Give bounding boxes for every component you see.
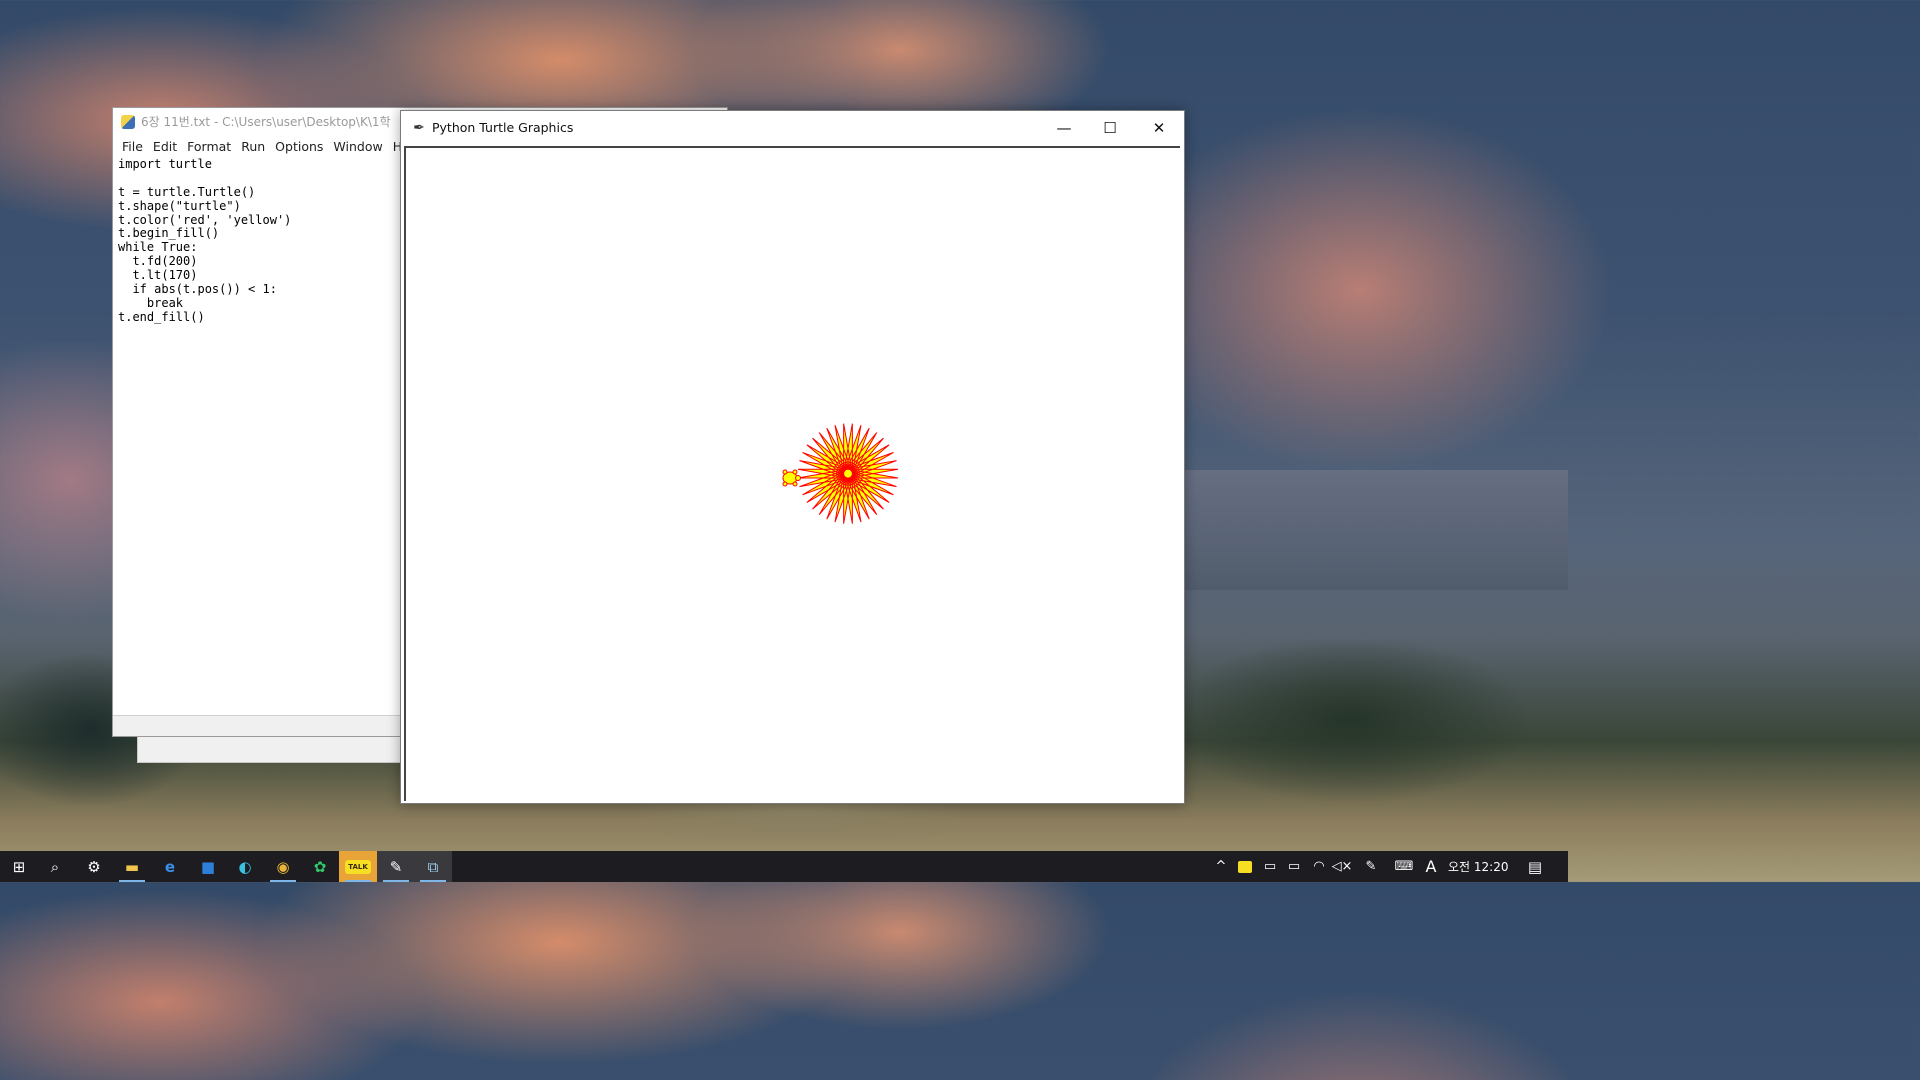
code-line: import turtle [118,157,212,171]
pen-icon[interactable]: ✎ [1362,851,1380,882]
feather-icon: ✒ [413,119,425,136]
turtle-window-title: Python Turtle Graphics [432,120,574,135]
code-editor[interactable]: import turtle t = turtle.Turtle() t.shap… [118,157,292,325]
turtle-cursor-icon [782,469,801,487]
code-line: if abs(t.pos()) < 1: [118,282,277,297]
code-line: t = turtle.Turtle() [118,184,256,199]
close-icon: ✕ [1152,118,1166,137]
menu-file[interactable]: File [117,139,148,154]
code-line: while True: [118,240,198,255]
turtle-canvas-area[interactable] [404,146,1180,801]
show-hidden-icons-icon[interactable]: ^ [1212,851,1230,882]
minimize-icon: — [1056,118,1072,137]
menu-options[interactable]: Options [270,139,328,154]
menu-window[interactable]: Window [328,139,387,154]
ime-indicator[interactable]: A [1423,851,1439,882]
code-line: t.color('red', 'yellow') [118,212,292,227]
code-line: t.lt(170) [118,268,198,283]
internet-explorer-icon[interactable]: e [151,851,189,882]
battery-icon[interactable]: ▭ [1285,851,1303,882]
python-turtle-icon[interactable]: ⧉ [414,851,452,882]
wallpaper-lake [1184,470,1568,590]
kakaotalk-tray-icon[interactable] [1236,851,1254,882]
close-button[interactable]: ✕ [1136,111,1182,144]
minimize-button[interactable]: — [1041,111,1087,144]
code-line: t.end_fill() [118,309,205,324]
star-shape [797,423,899,524]
chrome-icon[interactable]: ◉ [264,851,302,882]
windows-start-icon[interactable]: ⊞ [0,851,38,882]
clock[interactable]: 오전 12:20 [1448,851,1508,882]
green-app-icon[interactable]: ✿ [301,851,339,882]
notification-icon[interactable]: ▤ [1524,851,1546,882]
maximize-icon: ☐ [1103,118,1117,137]
taskbar: ⊞ ⌕ ⚙ ▬ e ■ ◐ ◉ ✿ TALK ✎ ⧉ ^ ▭ ▭ ◠ ◁× ✎ … [0,851,1568,882]
touch-keyboard-icon[interactable]: ⌨ [1392,851,1416,882]
idle-app-icon [121,114,135,129]
edge-icon[interactable]: ◐ [226,851,264,882]
wifi-icon[interactable]: ◠ [1310,851,1328,882]
settings-gear-icon[interactable]: ⚙ [75,851,113,882]
code-line: break [118,295,184,310]
kakaotalk-icon[interactable]: TALK [339,851,377,882]
file-explorer-icon[interactable]: ▬ [113,851,151,882]
idle-shell-window [137,736,405,763]
menu-format[interactable]: Format [182,139,236,154]
code-line: t.fd(200) [118,254,198,269]
maximize-button[interactable]: ☐ [1087,111,1133,144]
volume-muted-icon[interactable]: ◁× [1332,851,1353,882]
menu-run[interactable]: Run [236,139,270,154]
store-icon[interactable]: ■ [189,851,227,882]
code-line: t.shape("turtle") [118,198,241,213]
turtle-titlebar[interactable]: ✒ Python Turtle Graphics — ☐ ✕ [401,111,1184,144]
meet-now-icon[interactable]: ▭ [1261,851,1279,882]
turtle-drawing [782,423,899,524]
search-icon[interactable]: ⌕ [36,851,74,882]
turtle-graphics-window[interactable]: ✒ Python Turtle Graphics — ☐ ✕ [400,110,1185,804]
menu-edit[interactable]: Edit [148,139,182,154]
idle-editor-icon[interactable]: ✎ [377,851,415,882]
code-line: t.begin_fill() [118,226,220,241]
idle-window-title: 6장 11번.txt - C:\Users\user\Desktop\K\1학 [141,115,391,129]
